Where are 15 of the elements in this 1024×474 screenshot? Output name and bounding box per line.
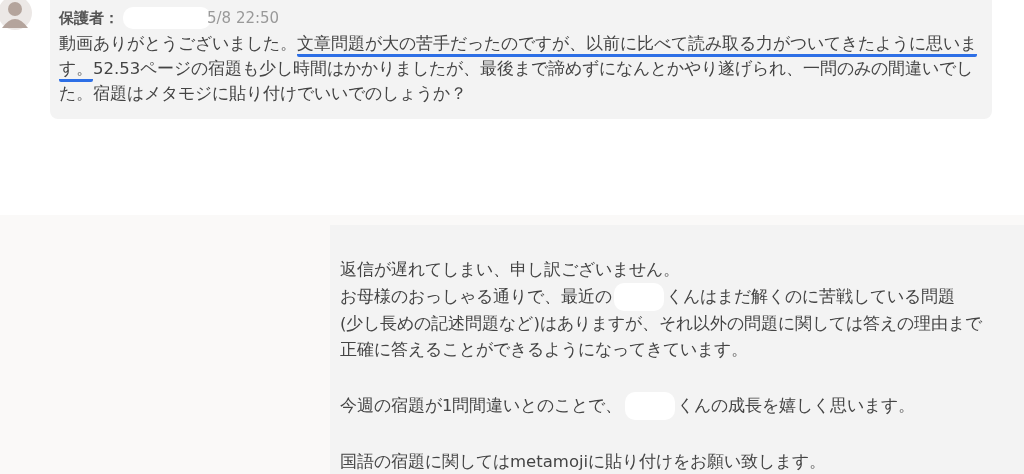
message-text: 動画ありがとうございました。 [59, 33, 297, 55]
message-text: 返信が遅れてしまい、申し訳ございません。 [340, 259, 680, 281]
message-text: くんはまだ解くのに苦戦している問題 [666, 285, 955, 308]
message-text: 国語の宿題に関してはmetamojiに貼り付けをお願い致します。 [340, 451, 827, 473]
message-text: 正確に答えることができるようになってきています。 [340, 339, 748, 361]
underlined-text: す。 [59, 58, 93, 82]
message-text: くんの成長を嬉しく思います。 [676, 394, 915, 417]
message-text: お母様のおっしゃる通りで、最近の [340, 285, 612, 308]
message-text: 52.53ページの宿題も少し時間はかかりましたが、最後まで諦めずになんとかやり遂げられ、一問のみの間違いでし [93, 58, 974, 80]
underlined-text: 文章問題が大の苦手だったのですが、以前に比べて読み取る力がついてきたように思いま [297, 33, 977, 57]
sender-name: 保護者： [59, 7, 119, 29]
message-text: 今週の宿題が1問間違いとのことで、 [340, 394, 623, 417]
timestamp: 5/8 22:50 [207, 7, 280, 29]
message-text: (少し長めの記述問題など)はありますが、それ以外の問題に関しては答えの理由まで [340, 313, 982, 335]
message-text: た。宿題はメタモジに貼り付けでいいでのしょうか？ [59, 83, 467, 105]
